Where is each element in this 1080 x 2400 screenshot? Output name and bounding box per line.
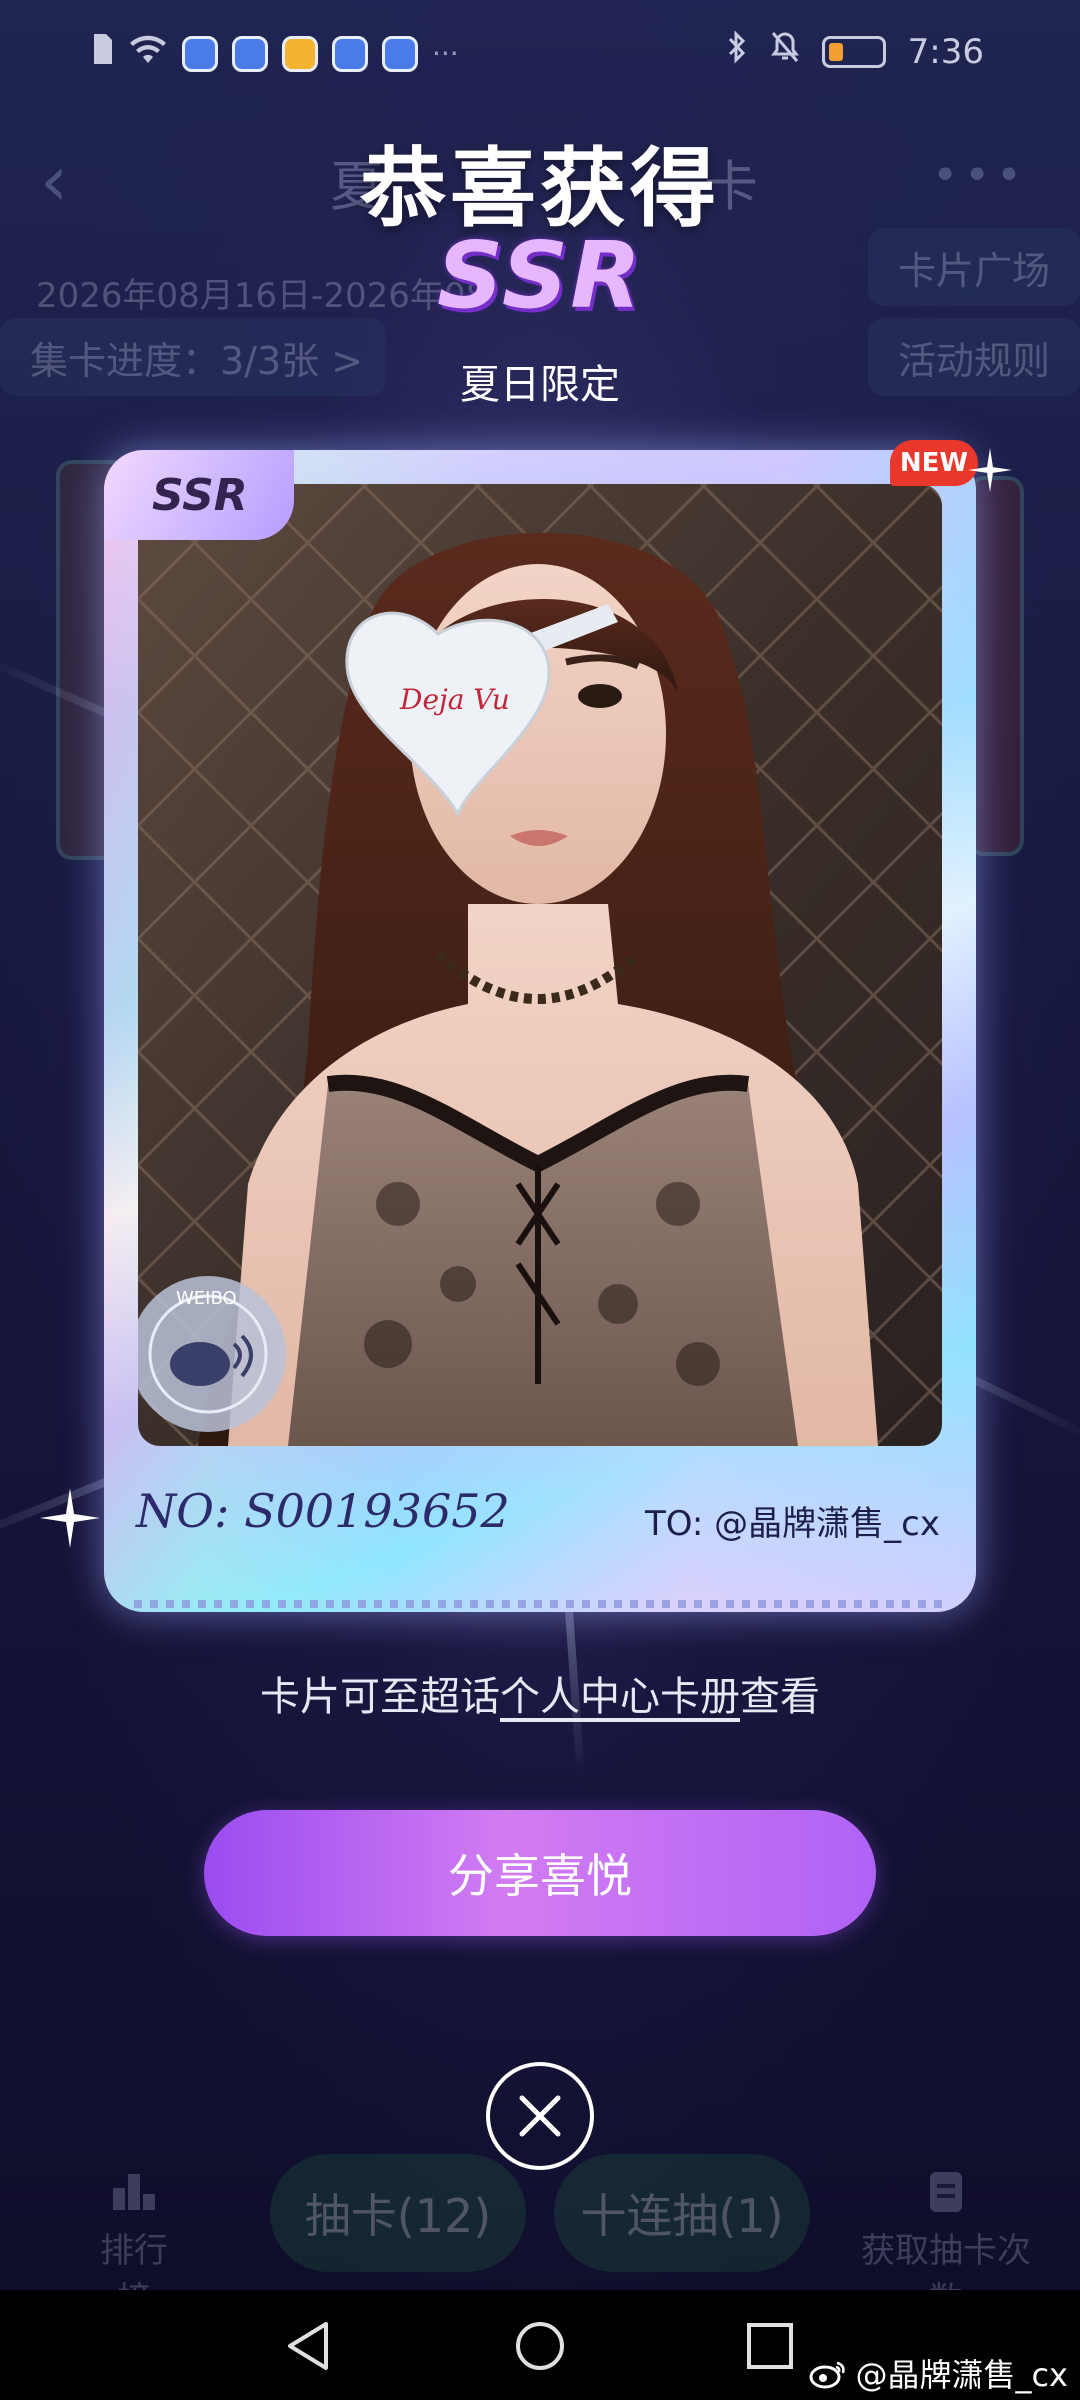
hint-prefix: 卡片可至超话 [260, 1674, 500, 1720]
ten-draw-button[interactable]: 十连抽(1) [554, 2154, 810, 2272]
recent-apps-square-icon[interactable] [744, 2320, 796, 2372]
reward-subtitle: 夏日限定 [460, 362, 620, 408]
reward-card: Deja Vu WEIBO SSR NO: S00193652 TO: @晶牌潇… [104, 450, 976, 1612]
document-icon [930, 2172, 962, 2212]
card-number-value: S00193652 [244, 1484, 510, 1538]
rarity-title: SSR [436, 222, 644, 329]
card-owner: TO: @晶牌潇售_cx [644, 1504, 940, 1544]
share-joy-button[interactable]: 分享喜悦 [204, 1810, 876, 1936]
card-rarity-tag: SSR [152, 470, 248, 521]
sparkle-icon [40, 1488, 100, 1548]
home-circle-icon[interactable] [512, 2318, 568, 2374]
close-button[interactable] [486, 2062, 594, 2170]
card-perforation [134, 1600, 946, 1608]
card-photo: Deja Vu WEIBO [138, 484, 942, 1446]
ranking-icon [113, 2174, 155, 2210]
hint-suffix: 查看 [740, 1674, 820, 1720]
stamp-text: WEIBO [176, 1288, 237, 1309]
watermark-text: @晶牌潇售_cx [855, 2356, 1068, 2394]
card-album-hint: 卡片可至超话个人中心卡册查看 [0, 1664, 1080, 1722]
card-rarity-tab: SSR [104, 450, 294, 540]
card-number-prefix: NO: [136, 1484, 230, 1538]
close-icon [519, 2095, 561, 2137]
watermark: @晶牌潇售_cx [809, 2350, 1068, 2396]
draw-card-button[interactable]: 抽卡(12) [270, 2154, 526, 2272]
back-triangle-icon[interactable] [282, 2318, 334, 2374]
new-badge: NEW [890, 440, 978, 486]
card-serial-number: NO: S00193652 [136, 1484, 510, 1538]
sparkle-icon [968, 448, 1012, 492]
eyepatch-text: Deja Vu [399, 683, 510, 716]
weibo-logo-icon [809, 2361, 846, 2389]
personal-card-album-link[interactable]: 个人中心卡册 [500, 1674, 740, 1720]
